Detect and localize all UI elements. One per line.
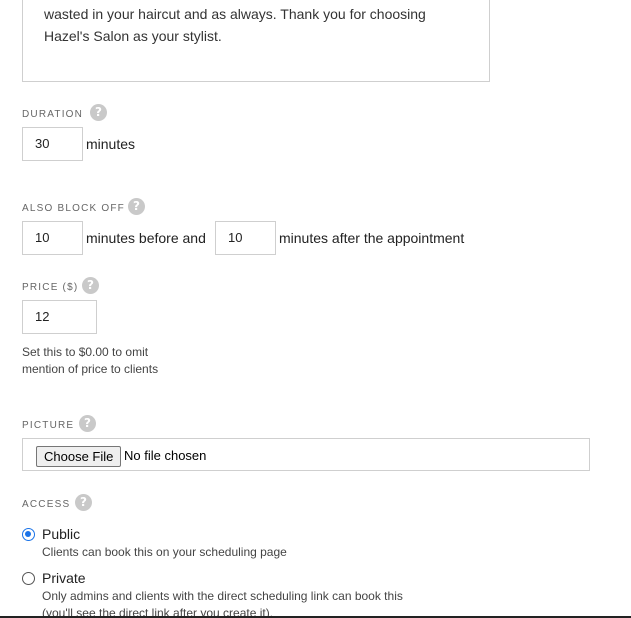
block-off-before-input[interactable]: 10: [22, 221, 83, 255]
description-textarea[interactable]: wasted in your haircut and as always. Th…: [22, 0, 490, 82]
duration-input[interactable]: 30: [22, 127, 83, 161]
access-private-label[interactable]: Private: [42, 570, 86, 586]
appointment-type-form: wasted in your haircut and as always. Th…: [0, 0, 631, 618]
duration-unit: minutes: [86, 136, 136, 152]
access-public-radio[interactable]: [22, 528, 35, 541]
access-private-radio[interactable]: [22, 572, 35, 585]
description-line-1: wasted in your haircut and as always. Th…: [44, 6, 426, 22]
price-hint-line-2: mention of price to clients: [22, 362, 159, 376]
block-off-label: ALSO BLOCK OFF: [22, 203, 125, 214]
price-hint-line-1: Set this to $0.00 to omit: [22, 345, 149, 359]
price-help-icon[interactable]: ?: [82, 277, 99, 294]
duration-help-icon[interactable]: ?: [90, 104, 107, 121]
access-private-description: Only admins and clients with the direct …: [42, 589, 403, 603]
price-input[interactable]: 12: [22, 300, 97, 334]
access-label: ACCESS: [22, 499, 71, 510]
block-off-after-input[interactable]: 10: [215, 221, 276, 255]
description-line-2: Hazel's Salon as your stylist.: [44, 28, 222, 44]
block-off-help-icon[interactable]: ?: [128, 198, 145, 215]
duration-label: DURATION: [22, 109, 84, 120]
price-label: PRICE ($): [22, 282, 79, 293]
access-help-icon[interactable]: ?: [75, 494, 92, 511]
access-public-label[interactable]: Public: [42, 526, 80, 542]
picture-help-icon[interactable]: ?: [79, 415, 96, 432]
choose-file-button[interactable]: Choose File: [36, 446, 122, 467]
block-off-before-text: minutes before and: [86, 230, 206, 246]
block-off-after-text: minutes after the appointment: [279, 230, 465, 246]
access-public-description: Clients can book this on your scheduling…: [42, 545, 287, 559]
file-status-text: No file chosen: [124, 448, 207, 463]
picture-label: PICTURE: [22, 420, 75, 431]
picture-file-field: Choose File No file chosen: [22, 438, 590, 471]
